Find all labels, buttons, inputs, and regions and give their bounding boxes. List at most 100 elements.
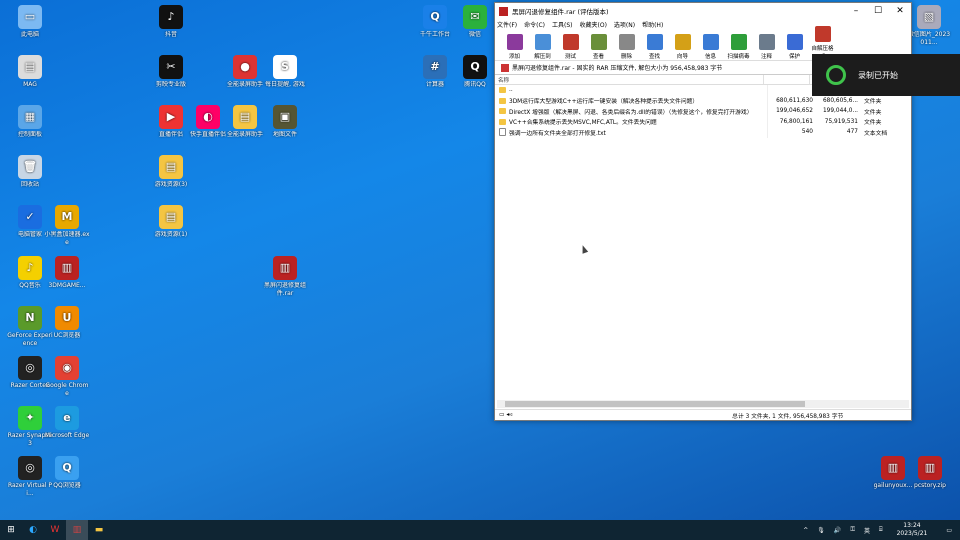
desktop-icon[interactable]: ▧ 微信图片_2023011... <box>906 5 952 47</box>
recording-notification[interactable]: 录制已开始 <box>812 54 960 96</box>
app-icon: e <box>55 406 79 430</box>
desktop-icon[interactable]: ▥ pcstory.zip <box>907 456 953 490</box>
menu-item[interactable]: 选项(N) <box>614 20 635 29</box>
up-folder-icon[interactable] <box>501 63 509 72</box>
toolbar-label: 查看 <box>592 54 604 60</box>
microphone-icon[interactable]: 🎙 <box>817 527 825 534</box>
toolbar-button[interactable]: 添加 <box>501 34 528 60</box>
clock[interactable]: 13:24 2023/5/21 <box>897 522 928 538</box>
language-indicator[interactable]: 英 <box>864 526 870 535</box>
menu-item[interactable]: 命令(C) <box>524 20 545 29</box>
folder-icon <box>499 87 506 94</box>
desktop-icon[interactable]: ▣ 地图文件 <box>262 105 308 139</box>
window-titlebar[interactable]: 黑屏闪退修复组件.rar (评估版本) – ☐ ✕ <box>495 3 911 19</box>
toolbar-button[interactable]: 删除 <box>613 34 640 60</box>
desktop-icon[interactable]: ◉ Google Chrome <box>44 356 90 398</box>
desktop-icon[interactable]: ▥ 黑屏闪退修复组件.rar <box>262 256 308 298</box>
file-name-cell: 3DM运行库大型游戏C++运行库一键安装（解决各种提示丢失文件问题） <box>495 95 768 106</box>
toolbar-button[interactable]: 保护 <box>781 34 808 60</box>
menu-item[interactable]: 帮助(H) <box>642 20 663 29</box>
app-icon: ▤ <box>18 55 42 79</box>
desktop-icon[interactable]: ▥ 3DMGAME... <box>44 256 90 290</box>
folder-icon <box>499 97 506 104</box>
desktop-icon[interactable]: ▤ 游戏资源(1) <box>148 205 194 239</box>
toolbar-button[interactable]: 测试 <box>557 34 584 60</box>
maximize-button[interactable]: ☐ <box>867 6 889 16</box>
desktop-icon[interactable]: ▤ MAG <box>7 55 53 89</box>
app-icon: ◎ <box>18 356 42 380</box>
notification-center-icon[interactable]: ▭ <box>946 527 952 534</box>
column-size[interactable] <box>764 75 810 84</box>
desktop-icon-label: 回收站 <box>20 181 39 188</box>
winrar-app-icon <box>499 6 508 16</box>
taskbar-browser-icon[interactable]: ◐ <box>22 520 44 540</box>
desktop-icon-label: UC浏览器 <box>53 332 81 339</box>
desktop-icon[interactable]: Q 腾讯QQ <box>452 55 498 89</box>
toolbar-button[interactable]: 解压到 <box>529 34 556 60</box>
menu-item[interactable]: 工具(S) <box>552 20 573 29</box>
file-type: 文本文档 <box>864 130 888 137</box>
toolbar-button[interactable]: 查找 <box>641 34 668 60</box>
file-size: 199,046,652 <box>776 108 813 115</box>
file-row[interactable]: DirectX 增强版（解决黑屏、闪退、各类后缀名为.dll的错误）（先修复这个… <box>495 106 911 117</box>
desktop-icon-label: 游戏资源(1) <box>154 231 188 238</box>
taskbar-wps-icon[interactable]: W <box>44 520 66 540</box>
toolbar-button[interactable]: 注释 <box>753 34 780 60</box>
file-row[interactable]: VC++合集系统提示丢失MSVC,MFC,ATL。文件丢失问题 76,800,16… <box>495 116 911 127</box>
desktop-icon-label: 微信图片_2023011... <box>907 31 951 46</box>
desktop-icon-label: 游戏资源(3) <box>154 181 188 188</box>
toolbar-button[interactable]: 扫描病毒 <box>725 34 752 60</box>
ime-icon[interactable]: ⚿ <box>850 526 855 534</box>
menu-item[interactable]: 文件(F) <box>497 20 517 29</box>
file-name: .. <box>509 87 513 94</box>
desktop-icon[interactable]: ▤ 游戏资源(3) <box>148 155 194 189</box>
toolbar-label: 注释 <box>760 54 772 60</box>
status-bar: ▭ ◂◃ 总计 3 文件夹, 1 文件, 956,458,983 字节 <box>495 409 911 420</box>
desktop-icon[interactable]: ✉ 微信 <box>452 5 498 39</box>
toolbar-icon <box>618 34 635 50</box>
desktop-icon-label: 腾讯QQ <box>464 81 486 88</box>
desktop-icon[interactable]: ✂ 剪映专业版 <box>148 55 194 89</box>
desktop-icon[interactable]: ▭ 此电脑 <box>7 5 53 39</box>
taskbar-explorer-icon[interactable]: ▬ <box>88 520 110 540</box>
app-icon: ▣ <box>273 105 297 129</box>
toolbar-button[interactable]: 向导 <box>669 34 696 60</box>
desktop-icon[interactable]: ▦ 控制面板 <box>7 105 53 139</box>
speaker-icon[interactable]: 🔊 <box>834 527 841 534</box>
chevron-up-icon[interactable]: ^ <box>803 527 808 534</box>
toolbar-button[interactable]: 信息 <box>697 34 724 60</box>
taskbar-winrar-icon[interactable]: ▥ <box>66 520 88 540</box>
toolbar-icon <box>702 34 719 50</box>
desktop-icon[interactable]: Q QQ浏览器 <box>44 456 90 490</box>
close-button[interactable]: ✕ <box>889 6 911 16</box>
app-icon: ▥ <box>273 256 297 280</box>
toolbar-button[interactable]: 查看 <box>585 34 612 60</box>
start-button[interactable]: ⊞ <box>0 520 22 540</box>
horizontal-scrollbar[interactable] <box>497 400 909 408</box>
app-icon: ▥ <box>55 256 79 280</box>
app-icon: ▤ <box>159 205 183 229</box>
file-name-cell: 强调一边所有文件夹全部打开修复.txt <box>495 127 768 138</box>
window-title: 黑屏闪退修复组件.rar (评估版本) <box>512 8 609 16</box>
file-row[interactable]: 强调一边所有文件夹全部打开修复.txt 540 477 文本文档 <box>495 127 911 138</box>
desktop-icon[interactable]: M 小黑盒加速器.exe <box>44 205 90 247</box>
file-row[interactable]: 3DM运行库大型游戏C++运行库一键安装（解决各种提示丢失文件问题） 680,61… <box>495 95 911 106</box>
app-icon: ▦ <box>18 105 42 129</box>
toolbar-icon <box>646 34 663 50</box>
network-icon[interactable]: ⌸ <box>879 526 883 534</box>
desktop-icon-label: Microsoft Edge <box>44 432 90 439</box>
scrollbar-thumb[interactable] <box>505 401 805 407</box>
desktop-icon[interactable]: S 每日提醒, 游戏 <box>262 55 308 89</box>
minimize-button[interactable]: – <box>845 6 867 16</box>
status-text: 总计 3 文件夹, 1 文件, 956,458,983 字节 <box>732 413 844 420</box>
desktop-icon[interactable]: 🗑 回收站 <box>7 155 53 189</box>
desktop-icon-label: 剪映专业版 <box>155 81 186 88</box>
desktop-icon[interactable]: ♪ 抖音 <box>148 5 194 39</box>
drive-icon[interactable]: ▭ ◂◃ <box>499 412 512 418</box>
desktop-icon-label: 控制面板 <box>17 131 42 138</box>
desktop-icon[interactable]: e Microsoft Edge <box>44 406 90 440</box>
app-icon: ♪ <box>159 5 183 29</box>
desktop-icon[interactable]: U UC浏览器 <box>44 306 90 340</box>
menu-item[interactable]: 收藏夹(O) <box>580 20 607 29</box>
column-name[interactable]: 名称 <box>495 75 764 84</box>
